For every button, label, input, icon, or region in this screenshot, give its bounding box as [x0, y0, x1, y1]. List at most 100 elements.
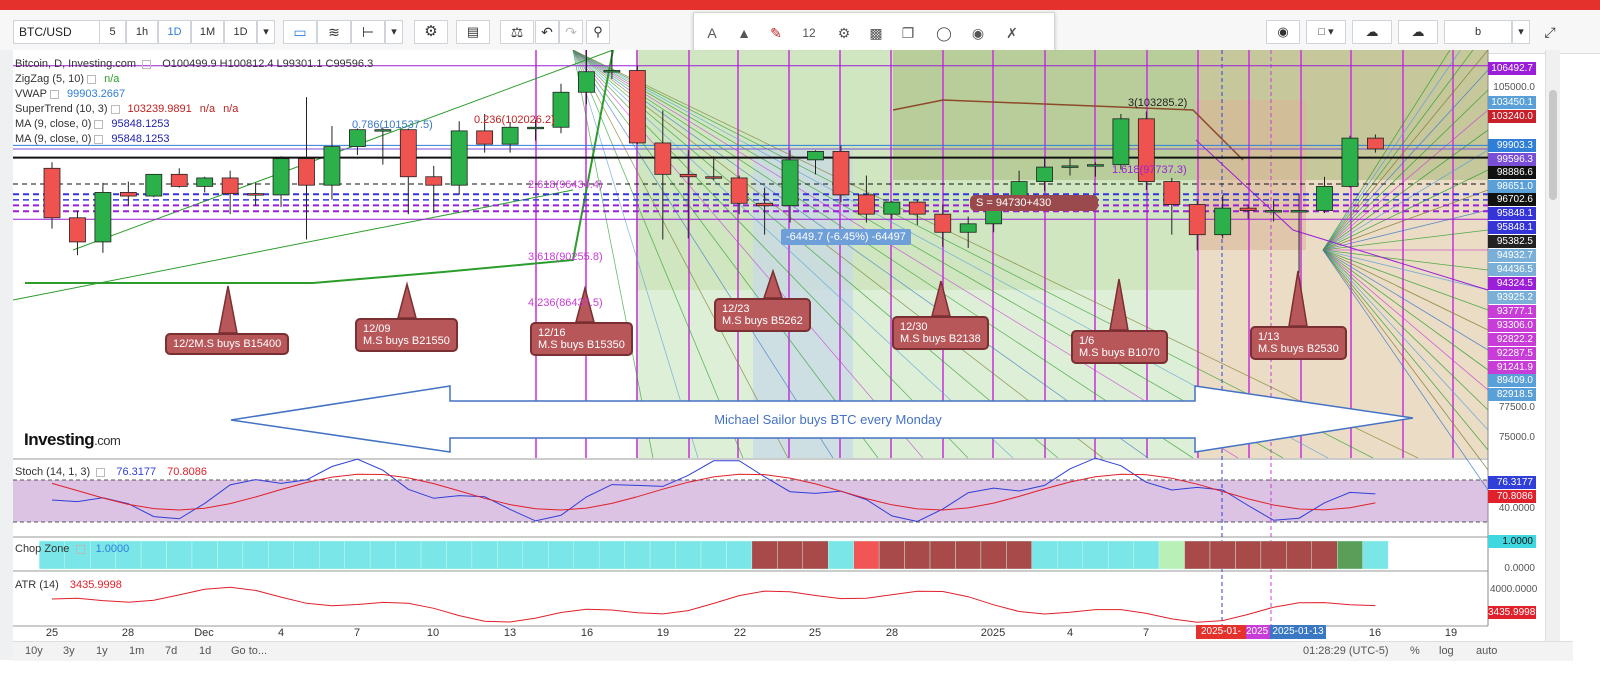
date-label-12: 2025: [980, 627, 1006, 639]
camera-icon[interactable]: ◉: [1266, 20, 1300, 44]
chop-cell-5: [166, 540, 193, 570]
scrollbar-thumb[interactable]: [1549, 90, 1557, 200]
legend-row-toggle-icon[interactable]: [110, 104, 120, 114]
range-1y[interactable]: 1y: [96, 645, 108, 657]
range-1m[interactable]: 1m: [129, 645, 144, 657]
candle-body-51: [1341, 137, 1359, 187]
legend-row-1[interactable]: VWAP 99903.2667: [15, 87, 335, 102]
range-10y[interactable]: 10y: [25, 645, 43, 657]
text-tool-icon[interactable]: A: [700, 21, 724, 45]
layer-order-icon[interactable]: ▩: [864, 21, 888, 45]
layout-dropdown-icon[interactable]: ▾: [1512, 20, 1530, 44]
fullscreen-icon[interactable]: ⤢: [1538, 20, 1562, 44]
candle-body-12: [348, 129, 366, 147]
color-swatch-icon[interactable]: □ ▾: [1306, 20, 1346, 44]
auto-toggle[interactable]: auto: [1476, 645, 1497, 657]
price-label-0: 105000.0: [1493, 82, 1535, 93]
interval-1m[interactable]: 1M: [191, 20, 224, 44]
clone-icon[interactable]: ❐: [896, 21, 920, 45]
indicators-icon[interactable]: ▤: [456, 20, 490, 44]
stoch-k-value: 76.3177: [116, 466, 157, 478]
price-tag-20: 89409.0: [1488, 374, 1536, 387]
interval-1d[interactable]: 1D: [158, 20, 191, 44]
range-3y[interactable]: 3y: [63, 645, 75, 657]
legend-row-3[interactable]: MA (9, close, 0) 95848.1253: [15, 117, 335, 132]
fib-label-6: 0.236(102026.2): [474, 114, 555, 126]
interval-1d-alt[interactable]: 1D: [224, 20, 257, 44]
legend-row-toggle-icon[interactable]: [94, 134, 104, 144]
date-label-17: 16: [1368, 627, 1382, 639]
chop-cell-15: [420, 540, 447, 570]
date-label-13: 4: [1066, 627, 1074, 639]
interval-dropdown-icon[interactable]: ▾: [257, 20, 275, 44]
chop-cell-24: [649, 540, 676, 570]
cloud-load-icon[interactable]: ☁: [1352, 20, 1392, 44]
candle-body-42: [1112, 118, 1130, 166]
layout-b-icon[interactable]: b: [1444, 20, 1512, 44]
visibility-eye-icon[interactable]: ◉: [966, 21, 990, 45]
date-label-11: 28: [885, 627, 899, 639]
cloud-save-icon[interactable]: ☁: [1398, 20, 1438, 44]
candle-body-17: [476, 130, 494, 145]
atr-bg: [13, 572, 1488, 625]
font-size-select[interactable]: 12: [794, 21, 824, 45]
chop-cell-51: [1337, 540, 1363, 570]
price-tag-3: 99903.3: [1488, 139, 1536, 152]
candle-body-29: [781, 159, 799, 207]
log-toggle[interactable]: log: [1439, 645, 1454, 657]
candle-body-9: [272, 158, 290, 196]
olive-zone-rect: [893, 50, 1488, 180]
lock-icon[interactable]: ◯: [932, 21, 956, 45]
measure-label: -6449.7 (-6.45%) -64497: [781, 229, 911, 245]
settings-gear-icon[interactable]: ⚙: [414, 20, 448, 44]
candles-icon[interactable]: ▭: [283, 20, 317, 44]
legend-row-toggle-icon[interactable]: [50, 89, 59, 99]
chart-type-dropdown-icon[interactable]: ▾: [385, 20, 403, 44]
stoch-band: [13, 480, 1488, 522]
legend-row-4[interactable]: MA (9, close, 0) 95848.1253: [15, 132, 335, 147]
fib-label-5: 0.786(101537.5): [352, 119, 433, 131]
drawing-settings-icon[interactable]: ⚙: [832, 21, 856, 45]
support-label: S = 94730+430: [970, 195, 1098, 211]
interval-5[interactable]: 5: [99, 20, 126, 44]
legend-title-row[interactable]: Bitcoin, D, Investing.com O100499.9 H100…: [15, 57, 373, 72]
chop-cell-28: [751, 540, 778, 570]
chop-axis-label: 0.0000: [1504, 563, 1535, 574]
chop-cell-45: [1184, 540, 1211, 570]
fib-label-1: 4.236(86437.5): [528, 297, 603, 309]
percent-toggle[interactable]: %: [1410, 645, 1420, 657]
stoch-toggle-icon[interactable]: [96, 467, 106, 477]
right-scrollbar[interactable]: [1545, 50, 1560, 660]
chop-cell-43: [1133, 540, 1160, 570]
chop-toggle-icon[interactable]: [75, 544, 85, 554]
date-label-10: 25: [808, 627, 822, 639]
delete-trash-icon[interactable]: ✗: [1000, 21, 1024, 45]
chop-cell-8: [242, 540, 269, 570]
alert-bell-icon[interactable]: ⚲: [586, 20, 610, 44]
candle-body-18: [501, 126, 519, 145]
compare-scale-icon[interactable]: ⚖: [500, 20, 534, 44]
candle-body-49: [1290, 210, 1308, 213]
bars-icon[interactable]: ⊢: [351, 20, 385, 44]
price-label-2: 75000.0: [1498, 432, 1535, 443]
redo-icon[interactable]: ↷: [559, 20, 583, 44]
interval-1h[interactable]: 1h: [126, 20, 158, 44]
fill-color-icon[interactable]: ▲: [732, 21, 756, 45]
goto-date-link[interactable]: Go to...: [231, 645, 267, 657]
legend-row-toggle-icon[interactable]: [94, 119, 104, 129]
line-color-icon[interactable]: ✎: [764, 21, 788, 45]
logo-suffix: .com: [94, 433, 121, 448]
chop-cell-10: [293, 540, 320, 570]
legend-row-toggle-icon[interactable]: [87, 74, 97, 84]
legend-row-0[interactable]: ZigZag (5, 10) n/a: [15, 72, 335, 87]
symbol-input[interactable]: BTC/USD: [13, 20, 100, 44]
line-chart-icon[interactable]: ≋: [317, 20, 351, 44]
chop-cell-50: [1311, 540, 1338, 570]
range-1d[interactable]: 1d: [199, 645, 211, 657]
legend-eye-icon[interactable]: [142, 59, 152, 69]
atr-name: ATR (14): [15, 579, 59, 591]
range-7d[interactable]: 7d: [165, 645, 177, 657]
price-tag-14: 93925.2: [1488, 291, 1536, 304]
legend-row-2[interactable]: SuperTrend (10, 3) 103239.9891 n/a n/a: [15, 102, 335, 117]
undo-icon[interactable]: ↶: [535, 20, 559, 44]
